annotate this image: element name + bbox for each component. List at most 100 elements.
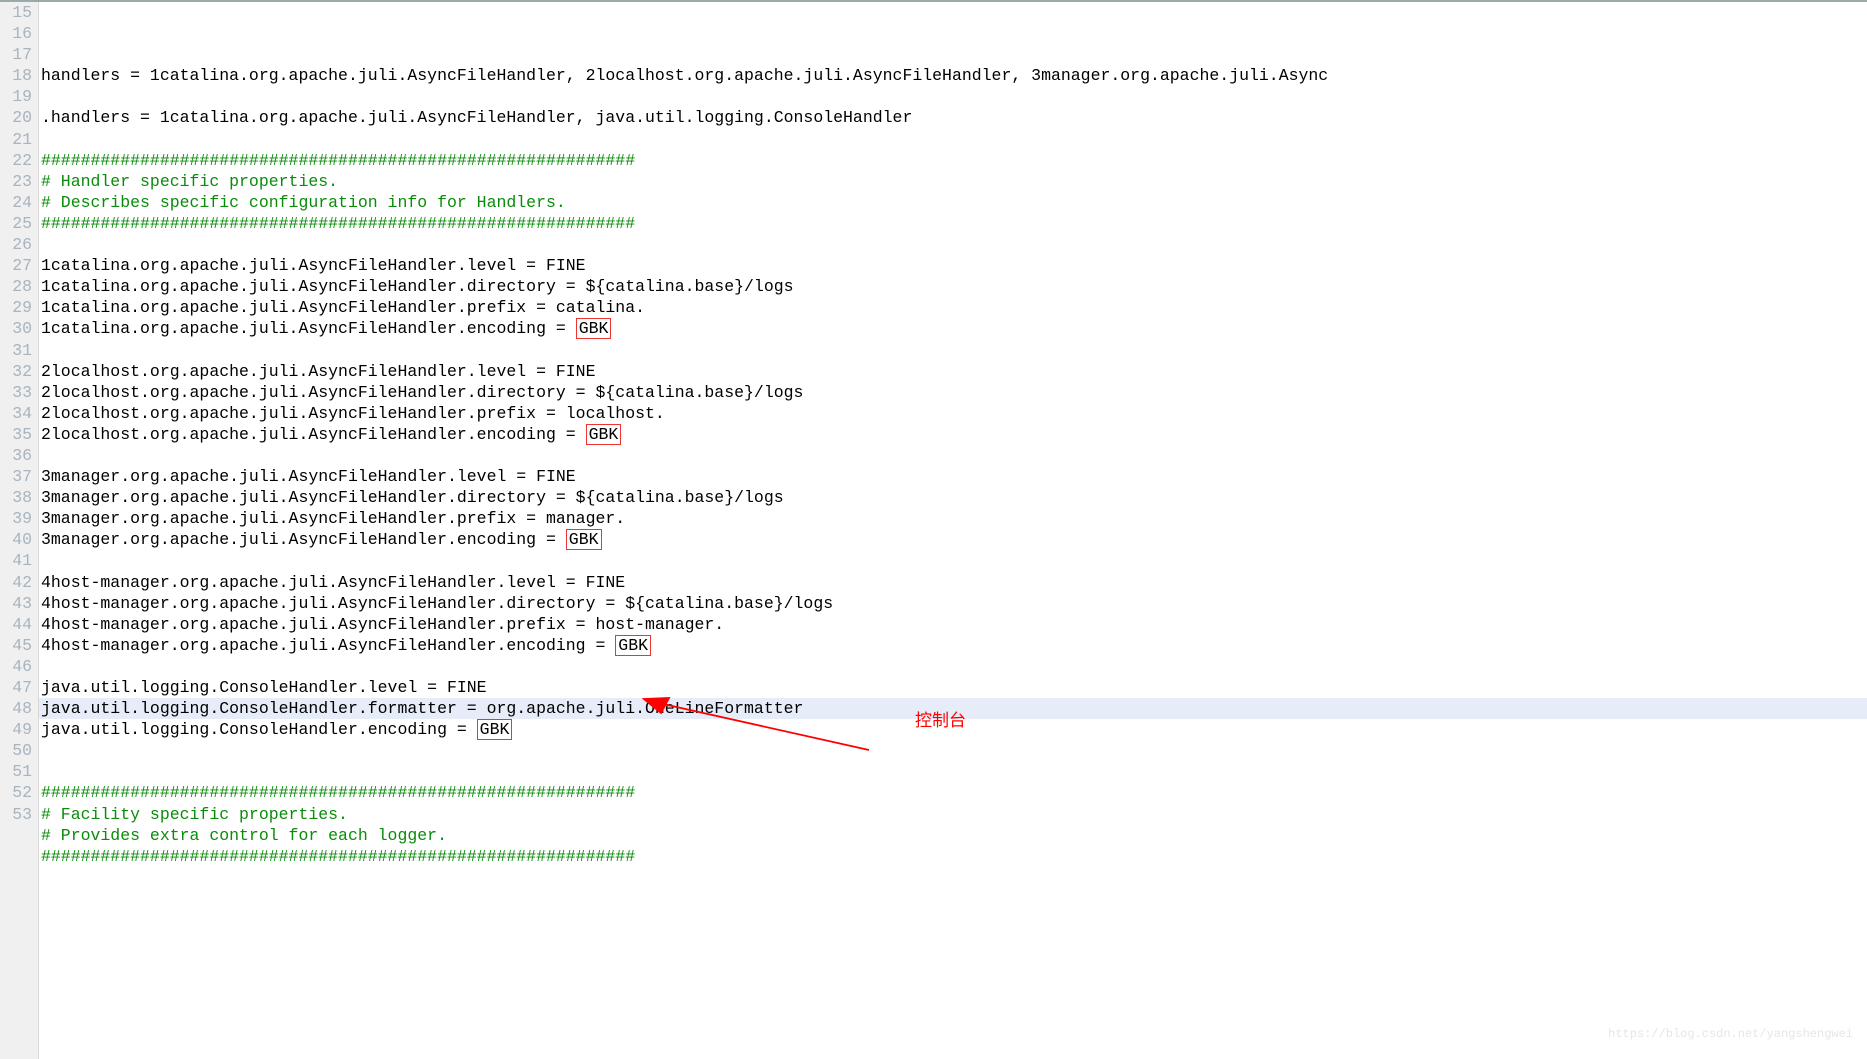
code-line[interactable] xyxy=(39,234,1867,255)
highlighted-token: GBK xyxy=(477,719,513,740)
line-number: 27 xyxy=(0,255,32,276)
code-line[interactable]: # Handler specific properties. xyxy=(39,171,1867,192)
line-number: 52 xyxy=(0,782,32,803)
line-number: 21 xyxy=(0,129,32,150)
highlighted-token: GBK xyxy=(576,318,612,339)
comment-text: # Facility specific properties. xyxy=(41,805,348,824)
code-text: handlers = 1catalina.org.apache.juli.Asy… xyxy=(41,66,1328,85)
code-line[interactable] xyxy=(39,44,1867,65)
code-line[interactable]: 3manager.org.apache.juli.AsyncFileHandle… xyxy=(39,529,1867,550)
code-line[interactable]: 3manager.org.apache.juli.AsyncFileHandle… xyxy=(39,466,1867,487)
code-line[interactable] xyxy=(39,761,1867,782)
code-line[interactable]: # Facility specific properties. xyxy=(39,804,1867,825)
code-line[interactable]: ########################################… xyxy=(39,782,1867,803)
line-number: 51 xyxy=(0,761,32,782)
code-line[interactable]: ########################################… xyxy=(39,150,1867,171)
line-number: 28 xyxy=(0,276,32,297)
code-text: 1catalina.org.apache.juli.AsyncFileHandl… xyxy=(41,256,586,275)
code-line[interactable]: 1catalina.org.apache.juli.AsyncFileHandl… xyxy=(39,318,1867,339)
line-number: 35 xyxy=(0,424,32,445)
line-number: 44 xyxy=(0,614,32,635)
code-line[interactable]: ########################################… xyxy=(39,846,1867,867)
line-number: 49 xyxy=(0,719,32,740)
code-line[interactable]: 4host-manager.org.apache.juli.AsyncFileH… xyxy=(39,635,1867,656)
line-number: 30 xyxy=(0,318,32,339)
comment-text: # Handler specific properties. xyxy=(41,172,338,191)
line-number: 23 xyxy=(0,171,32,192)
highlighted-token: GBK xyxy=(615,635,651,656)
code-line[interactable]: # Describes specific configuration info … xyxy=(39,192,1867,213)
code-line[interactable]: 3manager.org.apache.juli.AsyncFileHandle… xyxy=(39,508,1867,529)
code-text: java.util.logging.ConsoleHandler.formatt… xyxy=(41,699,803,718)
code-line[interactable]: java.util.logging.ConsoleHandler.level =… xyxy=(39,677,1867,698)
line-number: 38 xyxy=(0,487,32,508)
line-number: 33 xyxy=(0,382,32,403)
code-text: 3manager.org.apache.juli.AsyncFileHandle… xyxy=(41,509,625,528)
line-number: 17 xyxy=(0,44,32,65)
line-number: 48 xyxy=(0,698,32,719)
highlighted-token: GBK xyxy=(566,529,602,550)
line-number: 25 xyxy=(0,213,32,234)
code-line[interactable]: 3manager.org.apache.juli.AsyncFileHandle… xyxy=(39,487,1867,508)
line-number: 53 xyxy=(0,804,32,825)
line-number: 42 xyxy=(0,572,32,593)
line-number: 31 xyxy=(0,340,32,361)
code-text: 2localhost.org.apache.juli.AsyncFileHand… xyxy=(41,425,586,444)
code-text: 4host-manager.org.apache.juli.AsyncFileH… xyxy=(41,594,833,613)
code-line[interactable]: ########################################… xyxy=(39,213,1867,234)
line-number: 36 xyxy=(0,445,32,466)
comment-text: # Describes specific configuration info … xyxy=(41,193,566,212)
code-line[interactable]: 2localhost.org.apache.juli.AsyncFileHand… xyxy=(39,361,1867,382)
code-line[interactable]: 2localhost.org.apache.juli.AsyncFileHand… xyxy=(39,403,1867,424)
code-text: java.util.logging.ConsoleHandler.encodin… xyxy=(41,720,477,739)
watermark-text: https://blog.csdn.net/yangshengwei xyxy=(1608,1024,1853,1045)
code-line[interactable] xyxy=(39,656,1867,677)
code-line[interactable]: 1catalina.org.apache.juli.AsyncFileHandl… xyxy=(39,276,1867,297)
annotation-label: 控制台 xyxy=(915,712,966,733)
code-text: 1catalina.org.apache.juli.AsyncFileHandl… xyxy=(41,277,794,296)
comment-text: ########################################… xyxy=(41,847,635,866)
code-line[interactable]: .handlers = 1catalina.org.apache.juli.As… xyxy=(39,107,1867,128)
line-number: 19 xyxy=(0,86,32,107)
code-text: 1catalina.org.apache.juli.AsyncFileHandl… xyxy=(41,298,645,317)
line-number: 46 xyxy=(0,656,32,677)
code-text: 2localhost.org.apache.juli.AsyncFileHand… xyxy=(41,383,803,402)
code-line[interactable]: 4host-manager.org.apache.juli.AsyncFileH… xyxy=(39,614,1867,635)
line-number: 15 xyxy=(0,2,32,23)
code-line[interactable]: 4host-manager.org.apache.juli.AsyncFileH… xyxy=(39,572,1867,593)
code-line[interactable] xyxy=(39,550,1867,571)
code-line[interactable] xyxy=(39,129,1867,150)
comment-text: ########################################… xyxy=(41,151,635,170)
code-text: 2localhost.org.apache.juli.AsyncFileHand… xyxy=(41,404,665,423)
line-number: 18 xyxy=(0,65,32,86)
code-line[interactable]: 2localhost.org.apache.juli.AsyncFileHand… xyxy=(39,424,1867,445)
comment-text: # Provides extra control for each logger… xyxy=(41,826,447,845)
line-number: 40 xyxy=(0,529,32,550)
code-line[interactable] xyxy=(39,86,1867,107)
code-line[interactable] xyxy=(39,740,1867,761)
code-area[interactable]: handlers = 1catalina.org.apache.juli.Asy… xyxy=(39,2,1867,1059)
line-number: 29 xyxy=(0,297,32,318)
code-text: 3manager.org.apache.juli.AsyncFileHandle… xyxy=(41,530,566,549)
comment-text: ########################################… xyxy=(41,783,635,802)
line-number: 47 xyxy=(0,677,32,698)
code-line[interactable]: 2localhost.org.apache.juli.AsyncFileHand… xyxy=(39,382,1867,403)
code-line[interactable]: handlers = 1catalina.org.apache.juli.Asy… xyxy=(39,65,1867,86)
code-line[interactable] xyxy=(39,340,1867,361)
line-number: 24 xyxy=(0,192,32,213)
line-number-gutter: 1516171819202122232425262728293031323334… xyxy=(0,2,39,1059)
comment-text: ########################################… xyxy=(41,214,635,233)
code-line[interactable]: 1catalina.org.apache.juli.AsyncFileHandl… xyxy=(39,255,1867,276)
code-text: 1catalina.org.apache.juli.AsyncFileHandl… xyxy=(41,319,576,338)
code-line[interactable]: 1catalina.org.apache.juli.AsyncFileHandl… xyxy=(39,297,1867,318)
line-number: 45 xyxy=(0,635,32,656)
highlighted-token: GBK xyxy=(586,424,622,445)
code-line[interactable] xyxy=(39,445,1867,466)
code-line[interactable]: 4host-manager.org.apache.juli.AsyncFileH… xyxy=(39,593,1867,614)
line-number: 32 xyxy=(0,361,32,382)
code-editor[interactable]: 1516171819202122232425262728293031323334… xyxy=(0,0,1867,1059)
code-text: 3manager.org.apache.juli.AsyncFileHandle… xyxy=(41,488,784,507)
line-number: 16 xyxy=(0,23,32,44)
code-line[interactable]: # Provides extra control for each logger… xyxy=(39,825,1867,846)
line-number: 43 xyxy=(0,593,32,614)
